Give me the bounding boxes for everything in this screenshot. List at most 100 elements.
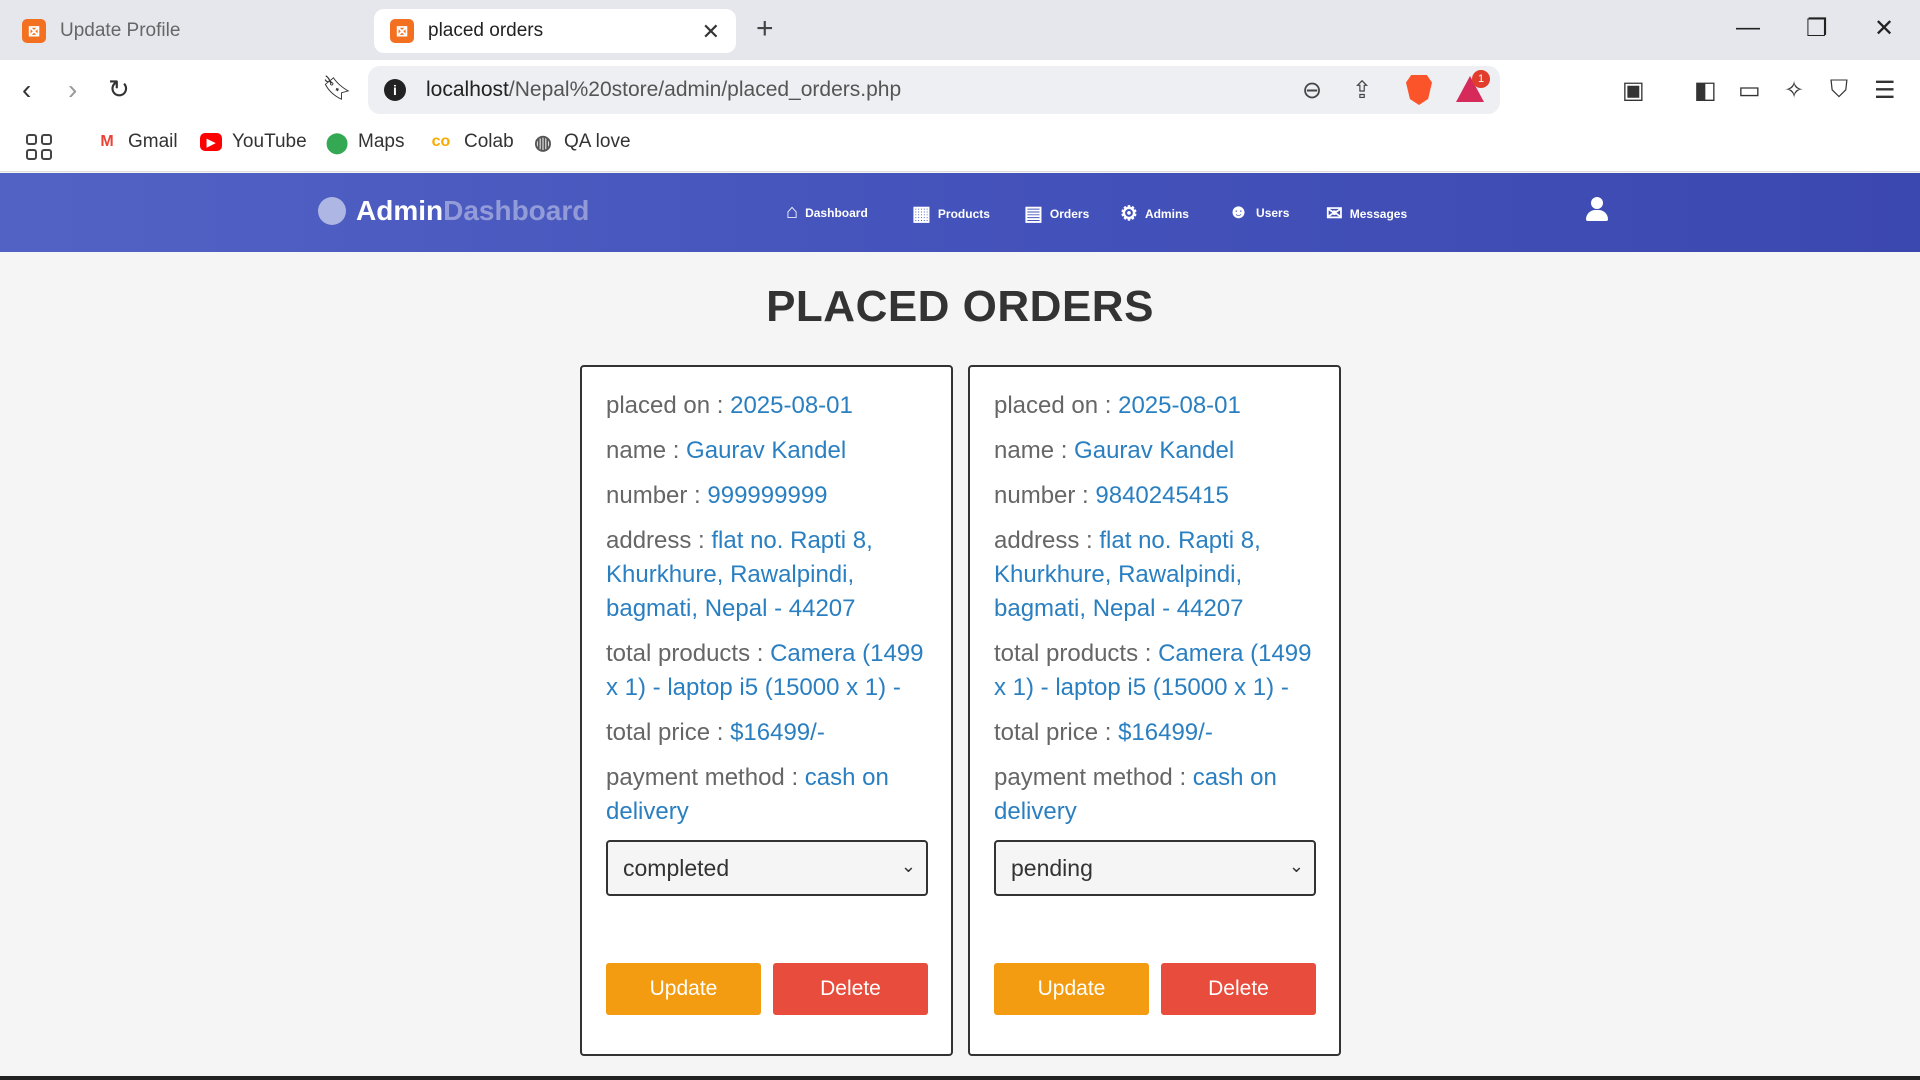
- bookmark-qa-love[interactable]: ◍ QA love: [532, 131, 631, 154]
- zoom-out-icon[interactable]: ⊖: [1302, 76, 1322, 105]
- field-label: total price :: [994, 719, 1119, 746]
- browser-toolbar: ‹ › ↻ 🔖︎ i localhost/Nepal%20store/admin…: [0, 60, 1920, 120]
- bookmark-gmail[interactable]: M Gmail: [96, 131, 178, 153]
- bookmark-colab[interactable]: co Colab: [428, 131, 514, 153]
- tab-placed-orders[interactable]: ⊠ placed orders ✕: [374, 9, 736, 53]
- logo-dashboard-text: Dashboard: [443, 195, 590, 226]
- update-button[interactable]: Update: [994, 963, 1149, 1015]
- maps-icon: ⬤: [325, 131, 349, 154]
- nav-messages[interactable]: ✉ Messages: [1326, 201, 1407, 226]
- name-value: Gaurav Kandel: [1074, 437, 1235, 464]
- close-window-icon[interactable]: ✕: [1874, 14, 1894, 43]
- nav-admins[interactable]: ⚙ Admins: [1120, 201, 1189, 226]
- card-actions: Update Delete: [606, 963, 928, 1015]
- home-icon: ⌂: [786, 201, 799, 223]
- placed-on-row: placed on : 2025-08-01: [994, 389, 1315, 423]
- back-icon[interactable]: ‹: [22, 74, 31, 106]
- update-button[interactable]: Update: [606, 963, 761, 1015]
- taskbar-edge: [0, 1076, 1920, 1080]
- card-actions: Update Delete: [994, 963, 1316, 1015]
- url-text[interactable]: localhost/Nepal%20store/admin/placed_ord…: [426, 78, 901, 102]
- nav-orders[interactable]: ▤ Orders: [1024, 201, 1089, 226]
- forward-icon[interactable]: ›: [68, 74, 77, 106]
- bookmark-youtube[interactable]: ▶ YouTube: [200, 131, 307, 153]
- order-card: placed on : 2025-08-01 name : Gaurav Kan…: [968, 365, 1341, 1056]
- chevron-down-icon: ⌄: [900, 856, 916, 876]
- xampp-favicon-icon: ⊠: [22, 19, 46, 43]
- clipboard-icon: ▤: [1024, 203, 1043, 225]
- nav-label: Users: [1256, 205, 1290, 220]
- name-row: name : Gaurav Kandel: [994, 434, 1315, 468]
- sidebar-icon[interactable]: ◧: [1694, 76, 1717, 105]
- nav-products[interactable]: ▦ Products: [912, 201, 990, 226]
- payment-status-select[interactable]: pending ⌄: [994, 840, 1316, 896]
- total-price-value: $16499/-: [1118, 719, 1213, 746]
- nav-users[interactable]: ☻ Users: [1228, 201, 1289, 224]
- total-price-row: total price : $16499/-: [994, 716, 1315, 750]
- new-tab-icon[interactable]: +: [756, 12, 774, 46]
- nav-label: Orders: [1049, 206, 1090, 221]
- bookmark-label: Colab: [464, 131, 514, 152]
- share-icon[interactable]: ⇪: [1352, 76, 1372, 105]
- minimize-icon[interactable]: —: [1736, 14, 1760, 42]
- delete-button[interactable]: Delete: [1161, 963, 1316, 1015]
- name-row: name : Gaurav Kandel: [606, 434, 927, 468]
- reader-mode-icon[interactable]: ▣: [1622, 76, 1645, 105]
- user-profile-icon[interactable]: [1585, 197, 1609, 223]
- field-label: address :: [606, 527, 712, 554]
- vpn-shield-icon[interactable]: ⛉: [1830, 76, 1848, 104]
- admin-header: Admin Dashboard ⌂ Dashboard ▦ Products ▤ …: [0, 173, 1920, 252]
- globe-icon: ◍: [534, 131, 552, 154]
- field-label: payment method :: [606, 764, 805, 791]
- address-bar[interactable]: i localhost/Nepal%20store/admin/placed_o…: [368, 66, 1500, 114]
- total-products-row: total products : Camera (1499 x 1) - lap…: [606, 637, 927, 705]
- tab-title: Update Profile: [60, 20, 181, 41]
- selected-status: pending: [1011, 855, 1093, 881]
- apps-grid-icon[interactable]: [26, 134, 52, 160]
- order-card: placed on : 2025-08-01 name : Gaurav Kan…: [580, 365, 953, 1056]
- colab-icon: co: [431, 133, 451, 150]
- field-label: total products :: [994, 640, 1159, 667]
- total-products-row: total products : Camera (1499 x 1) - lap…: [994, 637, 1315, 705]
- total-price-row: total price : $16499/-: [606, 716, 927, 750]
- number-row: number : 9840245415: [994, 479, 1315, 513]
- close-tab-icon[interactable]: ✕: [702, 19, 720, 45]
- selected-status: completed: [623, 855, 730, 881]
- admin-logo[interactable]: Admin Dashboard: [318, 195, 589, 227]
- payment-method-row: payment method : cash on delivery: [994, 761, 1315, 829]
- bookmark-label: QA love: [564, 131, 631, 152]
- name-value: Gaurav Kandel: [686, 437, 847, 464]
- bookmark-icon[interactable]: 🔖︎: [322, 74, 352, 103]
- placed-on-value: 2025-08-01: [730, 392, 853, 419]
- page-title: PLACED ORDERS: [766, 282, 1154, 331]
- payment-status-select[interactable]: completed ⌄: [606, 840, 928, 896]
- nav-dashboard[interactable]: ⌂ Dashboard: [786, 201, 868, 224]
- leo-ai-icon[interactable]: ✧: [1784, 76, 1804, 105]
- site-info-icon[interactable]: i: [384, 79, 406, 101]
- gmail-icon: M: [100, 133, 114, 150]
- brave-shields-icon[interactable]: [1406, 75, 1432, 105]
- rewards-badge: 1: [1472, 70, 1490, 88]
- field-label: placed on :: [606, 392, 731, 419]
- tab-update-profile[interactable]: ⊠ Update Profile: [22, 9, 362, 53]
- field-label: placed on :: [994, 392, 1119, 419]
- menu-icon[interactable]: ☰: [1874, 76, 1896, 105]
- delete-button[interactable]: Delete: [773, 963, 928, 1015]
- nav-label: Messages: [1349, 206, 1408, 221]
- reload-icon[interactable]: ↻: [108, 74, 130, 105]
- envelope-icon: ✉: [1326, 203, 1343, 225]
- number-value: 999999999: [707, 482, 828, 509]
- nav-label: Admins: [1144, 206, 1189, 221]
- xampp-favicon-icon: ⊠: [390, 19, 414, 43]
- bookmark-label: YouTube: [232, 131, 307, 152]
- bookmark-label: Gmail: [128, 131, 178, 152]
- user-gear-icon: ⚙: [1120, 203, 1138, 225]
- restore-icon[interactable]: ❐: [1806, 14, 1828, 43]
- wallet-icon[interactable]: ▭: [1738, 76, 1761, 105]
- nav-label: Dashboard: [805, 205, 868, 220]
- total-price-value: $16499/-: [730, 719, 825, 746]
- field-label: payment method :: [994, 764, 1193, 791]
- bookmark-maps[interactable]: ⬤ Maps: [325, 131, 405, 154]
- url-host: localhost: [426, 78, 509, 101]
- bookmark-label: Maps: [358, 131, 405, 152]
